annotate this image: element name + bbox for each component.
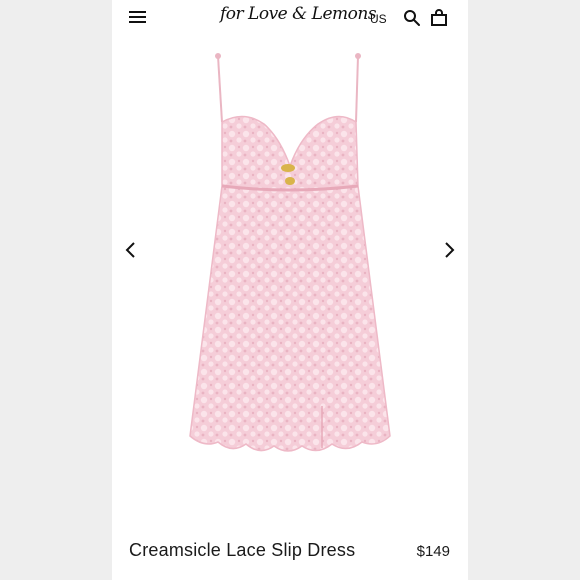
region-selector[interactable]: US	[370, 12, 387, 26]
product-page: for Love & Lemons US Creamsicle Lace Sli…	[112, 0, 468, 580]
brand-logo[interactable]: for Love & Lemons	[220, 4, 377, 34]
right-backdrop	[468, 0, 580, 580]
shopping-bag-icon[interactable]	[430, 9, 448, 27]
product-image-gallery	[112, 38, 468, 508]
product-price: $149	[416, 543, 450, 560]
chevron-left-icon[interactable]	[120, 238, 142, 262]
hamburger-menu-icon[interactable]	[128, 9, 148, 25]
chevron-right-icon[interactable]	[438, 238, 460, 262]
product-image	[189, 53, 391, 452]
search-icon[interactable]	[403, 9, 421, 27]
product-title: Creamsicle Lace Slip Dress	[129, 540, 356, 560]
left-backdrop	[0, 0, 112, 580]
site-header: for Love & Lemons US	[112, 0, 468, 38]
